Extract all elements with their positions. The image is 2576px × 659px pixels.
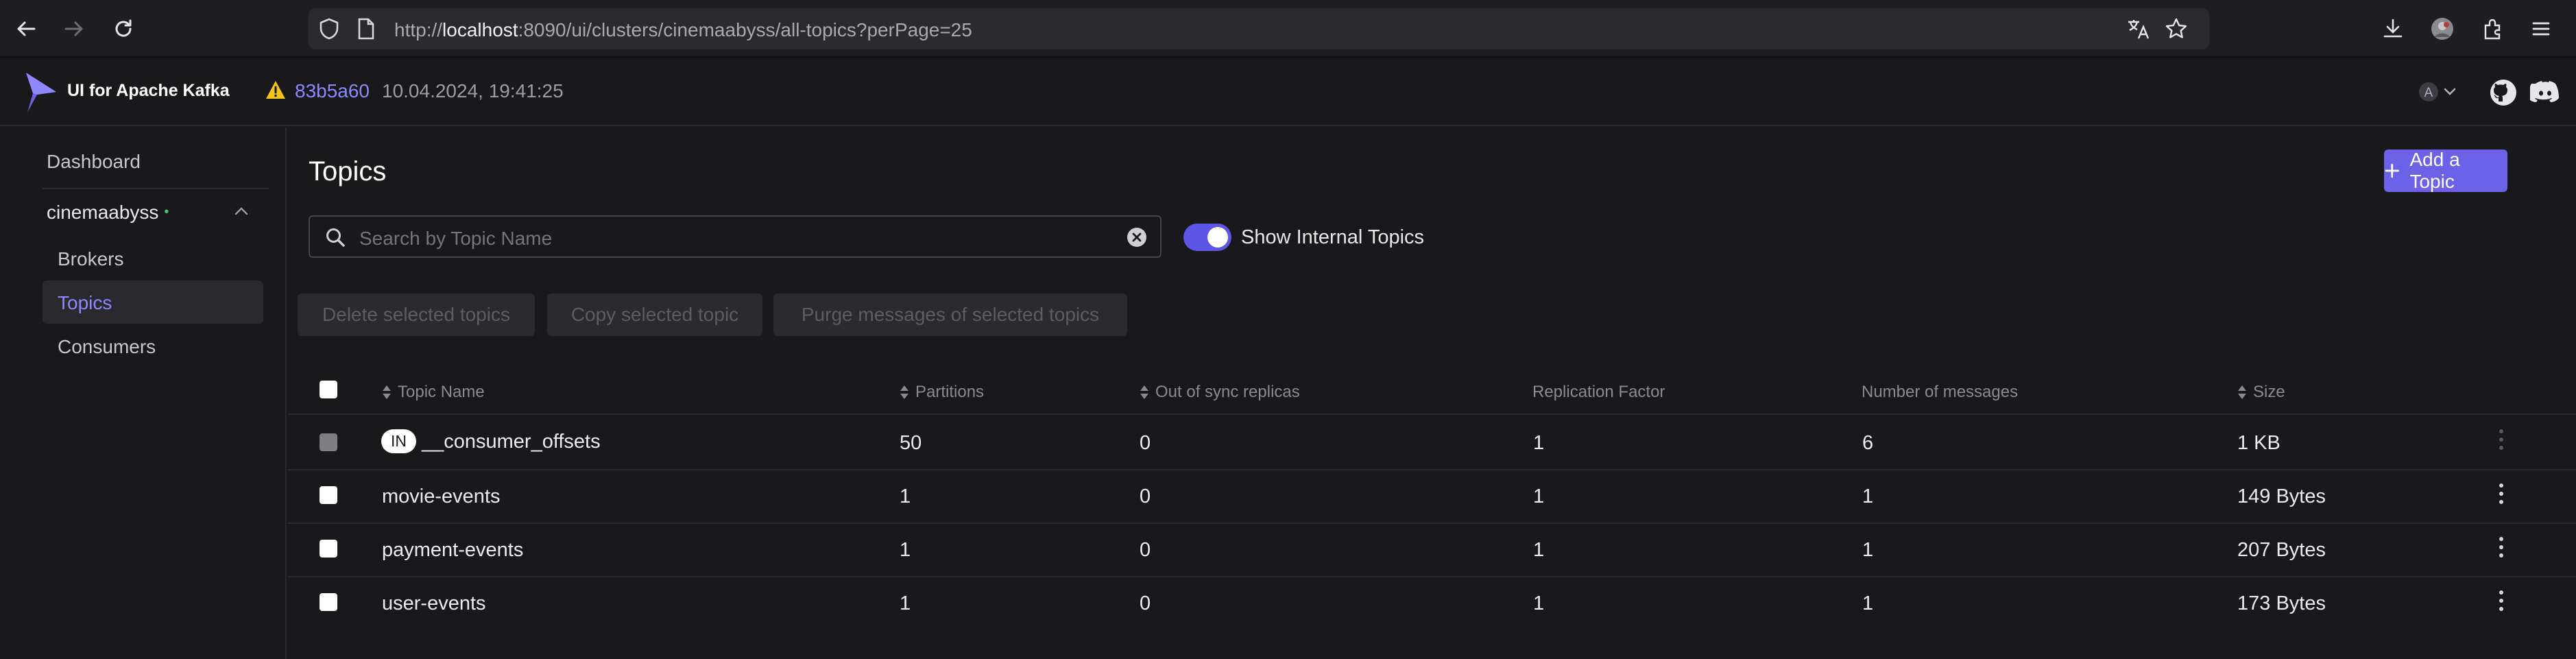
row-menu-kebab-icon[interactable]	[2496, 536, 2507, 559]
copy-selected-topic-button[interactable]: Copy selected topic	[547, 293, 762, 336]
select-all-checkbox[interactable]	[320, 381, 337, 398]
replication-factor-cell: 1	[1533, 592, 1545, 614]
app-title[interactable]: UI for Apache Kafka	[67, 81, 230, 101]
user-initial: A	[2424, 86, 2433, 100]
column-header-out-of-sync-replicas[interactable]: Out of sync replicas	[1139, 383, 1300, 402]
address-bar[interactable]: http://localhost:8090/ui/clusters/cinema…	[309, 8, 2209, 49]
translate-icon[interactable]	[2126, 16, 2150, 41]
forward-arrow-icon	[64, 21, 83, 36]
replication-factor-cell: 1	[1533, 539, 1545, 561]
plus-icon	[2385, 163, 2399, 178]
oos-replicas-cell: 0	[1140, 432, 1151, 454]
toggle-knob	[1207, 227, 1228, 248]
sidebar-item-consumers[interactable]: Consumers	[58, 336, 156, 358]
extensions-icon[interactable]	[2478, 14, 2508, 44]
add-topic-label: Add a Topic	[2409, 149, 2460, 192]
topic-name-link[interactable]: movie-events	[382, 486, 500, 508]
show-internal-topics-toggle[interactable]	[1183, 224, 1231, 251]
topic-name-link[interactable]: payment-events	[382, 539, 523, 562]
forward-button[interactable]	[58, 12, 91, 45]
row-menu-kebab-icon[interactable]	[2496, 589, 2507, 612]
column-header-replication-factor: Replication Factor	[1532, 383, 1665, 401]
reload-button[interactable]	[107, 12, 140, 45]
github-icon[interactable]	[2489, 78, 2518, 107]
column-header-size[interactable]: Size	[2237, 383, 2285, 402]
oos-replicas-cell: 0	[1140, 592, 1151, 614]
row-divider	[288, 576, 2576, 577]
oos-replicas-cell: 0	[1140, 486, 1151, 507]
cluster-name: cinemaabyss	[47, 202, 159, 223]
shield-icon[interactable]	[317, 16, 341, 41]
column-header-number-of-messages: Number of messages	[1862, 383, 2019, 401]
messages-cell: 1	[1862, 486, 1874, 507]
size-cell: 173 Bytes	[2237, 592, 2326, 614]
topic-search-input[interactable]: Search by Topic Name	[309, 215, 1161, 258]
row-divider	[288, 523, 2576, 524]
row-divider	[288, 469, 2576, 470]
browser-toolbar: http://localhost:8090/ui/clusters/cinema…	[0, 0, 2576, 58]
size-cell: 1 KB	[2237, 432, 2280, 454]
add-topic-button[interactable]: Add a Topic	[2384, 149, 2507, 192]
app-header: UI for Apache Kafka 83b5a60 10.04.2024, …	[0, 59, 2576, 126]
messages-cell: 1	[1862, 592, 1874, 614]
menu-icon[interactable]	[2526, 14, 2556, 44]
sidebar: Dashboard cinemaabyss • Brokers Topics Co…	[0, 128, 287, 659]
cluster-status-dot: •	[164, 204, 169, 219]
oos-replicas-cell: 0	[1140, 539, 1151, 561]
partitions-cell: 1	[900, 592, 911, 614]
row-menu-kebab-icon	[2496, 428, 2507, 451]
page-title: Topics	[309, 156, 387, 187]
column-header-topic-name[interactable]: Topic Name	[381, 383, 485, 402]
row-menu-kebab-icon[interactable]	[2496, 482, 2507, 505]
commit-link[interactable]: 83b5a60	[295, 80, 370, 102]
partitions-cell: 1	[900, 539, 911, 561]
sort-icon	[1140, 385, 1148, 399]
show-internal-topics-label[interactable]: Show Internal Topics	[1241, 226, 1424, 249]
reload-icon	[115, 19, 132, 37]
replication-factor-cell: 1	[1533, 486, 1545, 507]
topic-name-link[interactable]: IN __consumer_offsets	[381, 429, 601, 453]
sidebar-item-dashboard[interactable]: Dashboard	[47, 151, 141, 173]
sort-icon	[383, 385, 391, 399]
bookmark-star-icon[interactable]	[2164, 16, 2189, 41]
delete-selected-topics-button[interactable]: Delete selected topics	[298, 293, 535, 336]
chevron-up-icon[interactable]	[233, 204, 250, 218]
sidebar-item-topics[interactable]: Topics	[58, 292, 112, 314]
url-text[interactable]: http://localhost:8090/ui/clusters/cinema…	[394, 19, 972, 41]
size-cell: 207 Bytes	[2237, 539, 2326, 561]
search-placeholder: Search by Topic Name	[359, 228, 553, 249]
discord-icon[interactable]	[2530, 78, 2560, 107]
sidebar-divider	[43, 188, 269, 189]
header-divider	[288, 414, 2576, 415]
topic-name-link[interactable]: user-events	[382, 592, 486, 615]
kafka-ui-logo-icon[interactable]	[25, 71, 58, 114]
row-checkbox[interactable]	[320, 593, 337, 611]
back-arrow-icon	[17, 21, 36, 36]
size-cell: 149 Bytes	[2237, 486, 2326, 507]
sort-icon	[2238, 385, 2246, 399]
purge-messages-button[interactable]: Purge messages of selected topics	[773, 293, 1127, 336]
sidebar-cluster-toggle[interactable]: cinemaabyss •	[47, 202, 169, 224]
replication-factor-cell: 1	[1533, 432, 1545, 454]
build-date: 10.04.2024, 19:41:25	[382, 80, 564, 101]
partitions-cell: 50	[900, 432, 922, 454]
partitions-cell: 1	[900, 486, 911, 507]
row-checkbox	[320, 433, 337, 451]
user-menu[interactable]: A	[2418, 78, 2460, 106]
row-checkbox[interactable]	[320, 540, 337, 558]
messages-cell: 1	[1862, 539, 1874, 561]
page-icon[interactable]	[354, 16, 378, 41]
downloads-icon[interactable]	[2378, 14, 2408, 44]
internal-badge: IN	[381, 429, 416, 453]
messages-cell: 6	[1862, 432, 1874, 454]
warning-icon	[265, 80, 287, 100]
back-button[interactable]	[10, 12, 43, 45]
sidebar-item-brokers[interactable]: Brokers	[58, 248, 123, 270]
search-icon	[325, 227, 346, 248]
profile-avatar-icon[interactable]	[2427, 14, 2457, 44]
row-checkbox[interactable]	[320, 486, 337, 504]
sort-icon	[900, 385, 908, 399]
column-header-partitions[interactable]: Partitions	[899, 383, 984, 402]
clear-search-icon[interactable]	[1126, 226, 1148, 248]
